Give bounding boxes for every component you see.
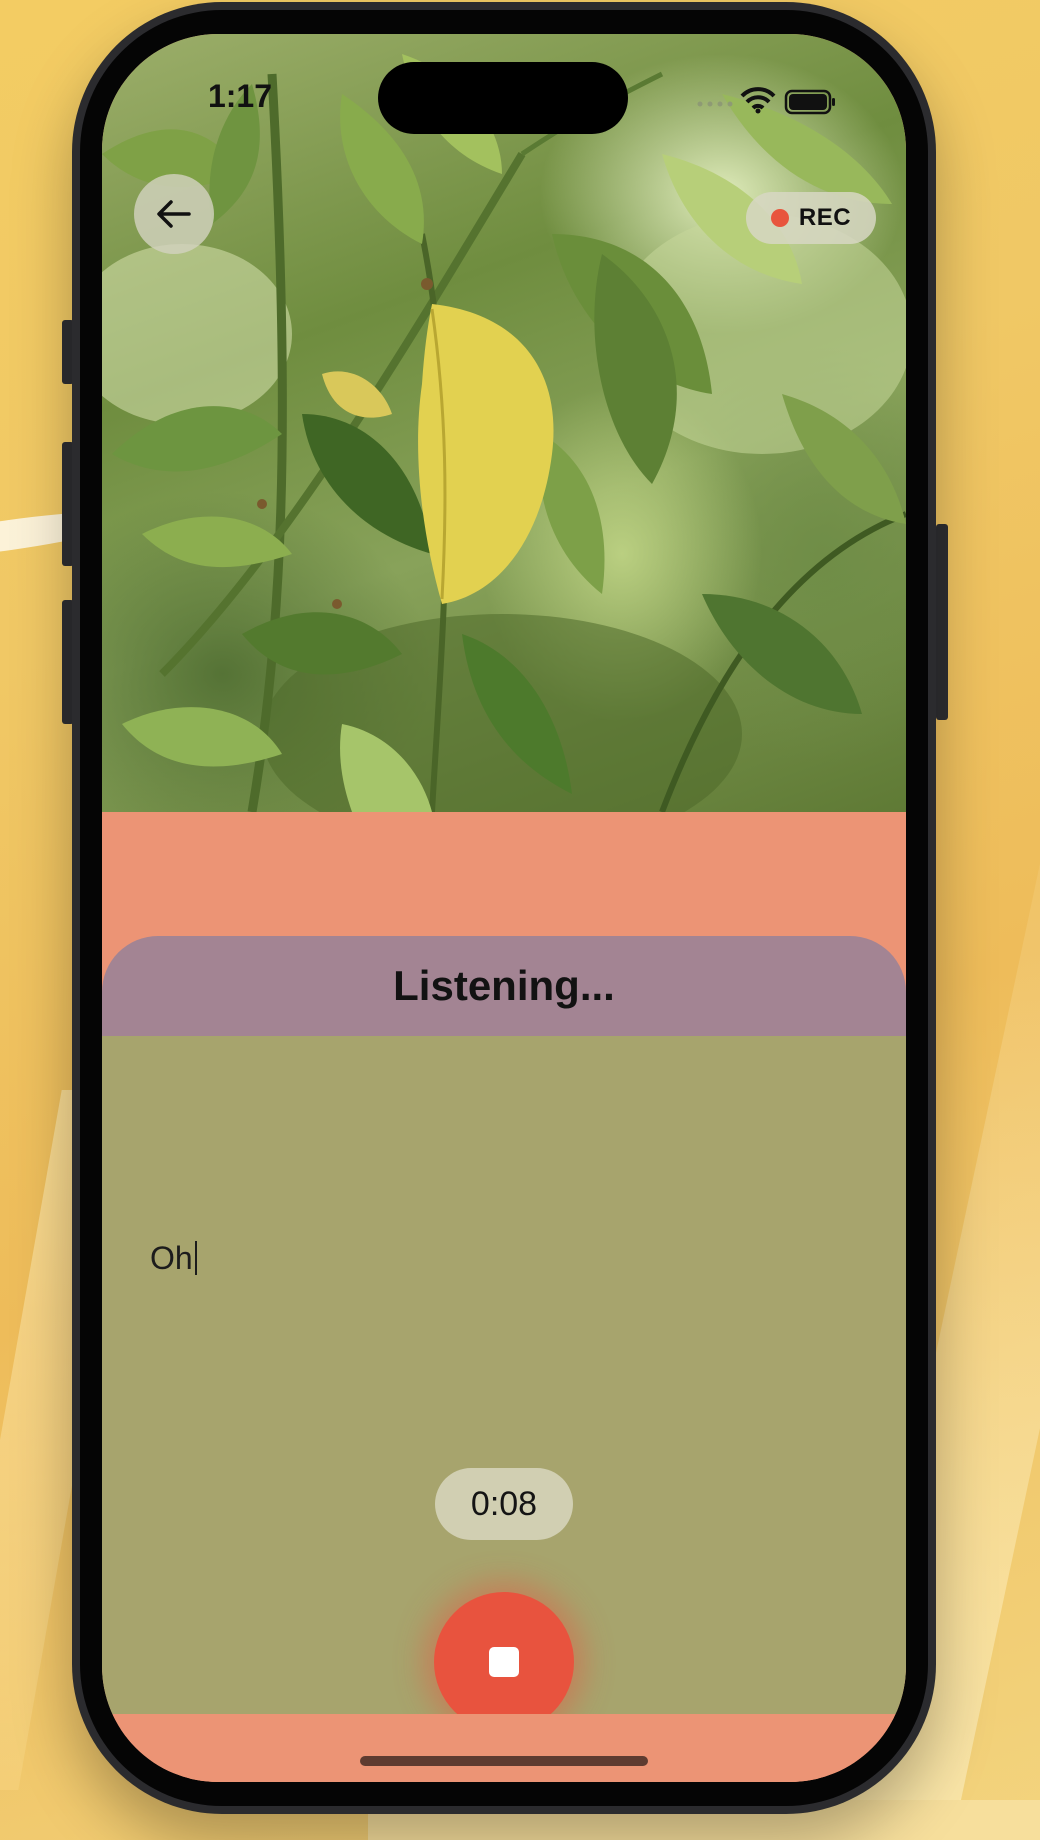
transcript-content: Oh bbox=[150, 1240, 193, 1276]
status-icons bbox=[690, 86, 850, 116]
sheet-backdrop bbox=[102, 812, 906, 942]
recording-badge: REC bbox=[746, 192, 876, 244]
elapsed-timer: 0:08 bbox=[435, 1468, 573, 1540]
bottom-band bbox=[102, 1714, 906, 1782]
home-indicator[interactable] bbox=[360, 1756, 648, 1766]
recording-label: REC bbox=[798, 204, 852, 231]
stop-icon bbox=[489, 1647, 519, 1677]
app-screen: 1:17 REC Listening... Oh 0:08 bbox=[102, 34, 906, 1782]
status-time: 1:17 bbox=[207, 78, 273, 114]
transcript-panel: Oh 0:08 bbox=[102, 1036, 906, 1732]
sheet-header: Listening... bbox=[102, 936, 906, 1036]
camera-preview bbox=[102, 34, 906, 812]
signal-dots-icon bbox=[697, 101, 733, 107]
arrow-left-icon bbox=[157, 200, 191, 228]
power-button bbox=[936, 524, 948, 720]
wifi-icon bbox=[740, 87, 776, 114]
recording-dot-icon bbox=[770, 209, 789, 227]
transcript-text: Oh bbox=[150, 1240, 197, 1277]
battery-icon bbox=[784, 89, 835, 115]
dynamic-island bbox=[378, 62, 628, 134]
back-button[interactable] bbox=[134, 174, 214, 254]
foliage-illustration bbox=[102, 54, 906, 812]
sheet-title: Listening... bbox=[393, 962, 615, 1009]
stop-recording-button[interactable] bbox=[434, 1592, 574, 1732]
text-cursor bbox=[194, 1241, 197, 1275]
